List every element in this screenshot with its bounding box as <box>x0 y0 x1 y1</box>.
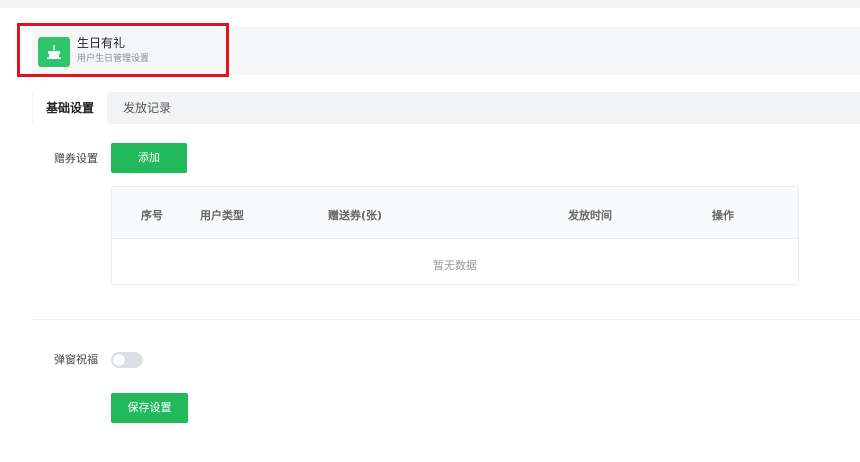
popup-greeting-toggle[interactable] <box>111 352 143 368</box>
highlight-box <box>17 23 229 77</box>
top-strip <box>0 0 860 8</box>
coupon-table: 序号 用户类型 赠送券(张) 发放时间 操作 暂无数据 <box>111 186 799 285</box>
table-empty-text: 暂无数据 <box>433 259 477 272</box>
add-coupon-button[interactable]: 添加 <box>111 143 187 173</box>
toggle-knob <box>113 354 125 366</box>
column-header-actions: 操作 <box>712 209 734 222</box>
column-header-index: 序号 <box>141 209 163 222</box>
coupon-setting-label: 赠券设置 <box>54 152 98 165</box>
popup-greeting-label: 弹窗祝福 <box>54 353 98 366</box>
column-header-user-type: 用户类型 <box>200 209 244 222</box>
tab-basic-settings[interactable]: 基础设置 <box>33 92 107 124</box>
save-settings-button[interactable]: 保存设置 <box>111 393 188 423</box>
column-header-coupon-count: 赠送券(张) <box>328 209 383 222</box>
table-header: 序号 用户类型 赠送券(张) 发放时间 操作 <box>112 187 798 239</box>
tab-issue-records[interactable]: 发放记录 <box>112 92 182 124</box>
section-divider <box>32 319 860 320</box>
column-header-issue-time: 发放时间 <box>568 209 612 222</box>
